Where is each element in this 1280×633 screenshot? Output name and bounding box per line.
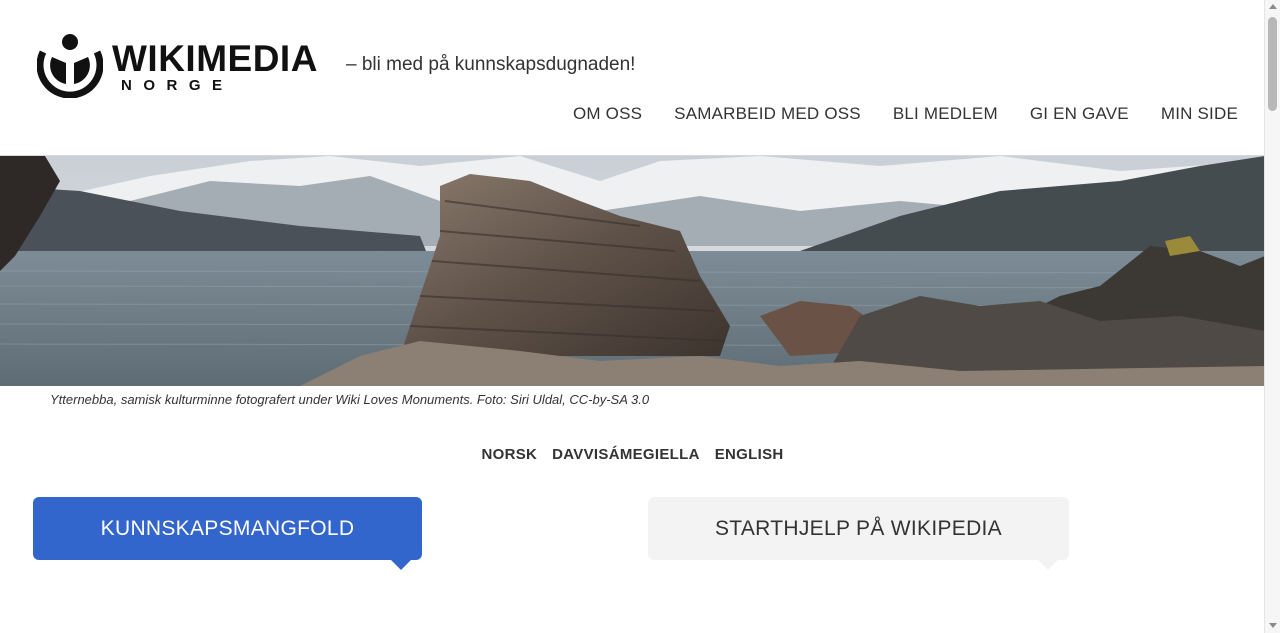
scroll-down-icon[interactable] <box>1269 623 1277 628</box>
nav-om-oss[interactable]: OM OSS <box>573 104 642 124</box>
page-scrollbar[interactable] <box>1264 0 1280 633</box>
wikimedia-norge-logo[interactable]: WIKIMEDIA NORGE <box>37 32 327 100</box>
hero-image <box>0 156 1265 386</box>
pointer-arrow-icon <box>390 559 412 570</box>
lang-english[interactable]: ENGLISH <box>715 446 784 463</box>
nav-bli-medlem[interactable]: BLI MEDLEM <box>893 104 998 124</box>
pointer-arrow-icon <box>1037 559 1059 570</box>
scrollbar-thumb[interactable] <box>1268 17 1277 111</box>
hero-caption: Ytternebba, samisk kulturminne fotografe… <box>50 392 650 407</box>
site-tagline: – bli med på kunnskapsdugnaden! <box>346 54 636 75</box>
wikimedia-logo-icon <box>37 34 103 98</box>
site-header: WIKIMEDIA NORGE – bli med på kunnskapsdu… <box>0 0 1265 156</box>
tab-label: STARTHJELP PÅ WIKIPEDIA <box>715 516 1002 540</box>
main-nav: OM OSS SAMARBEID MED OSS BLI MEDLEM GI E… <box>573 104 1238 124</box>
tab-kunnskapsmangfold[interactable]: KUNNSKAPSMANGFOLD <box>33 497 422 570</box>
tab-label: KUNNSKAPSMANGFOLD <box>100 516 355 540</box>
nav-gi-en-gave[interactable]: GI EN GAVE <box>1030 104 1129 124</box>
nav-min-side[interactable]: MIN SIDE <box>1161 104 1238 124</box>
nav-samarbeid-med-oss[interactable]: SAMARBEID MED OSS <box>674 104 861 124</box>
tab-starthjelp[interactable]: STARTHJELP PÅ WIKIPEDIA <box>648 497 1069 570</box>
lang-norsk[interactable]: NORSK <box>481 446 537 463</box>
logo-wordmark: WIKIMEDIA <box>112 38 318 79</box>
language-switcher: NORSK DAVVISÁMEGIELLA ENGLISH <box>0 446 1265 463</box>
logo-subtitle: NORGE <box>121 77 234 94</box>
scroll-up-icon[interactable] <box>1269 4 1277 9</box>
lang-davvisamegiella[interactable]: DAVVISÁMEGIELLA <box>552 446 700 463</box>
